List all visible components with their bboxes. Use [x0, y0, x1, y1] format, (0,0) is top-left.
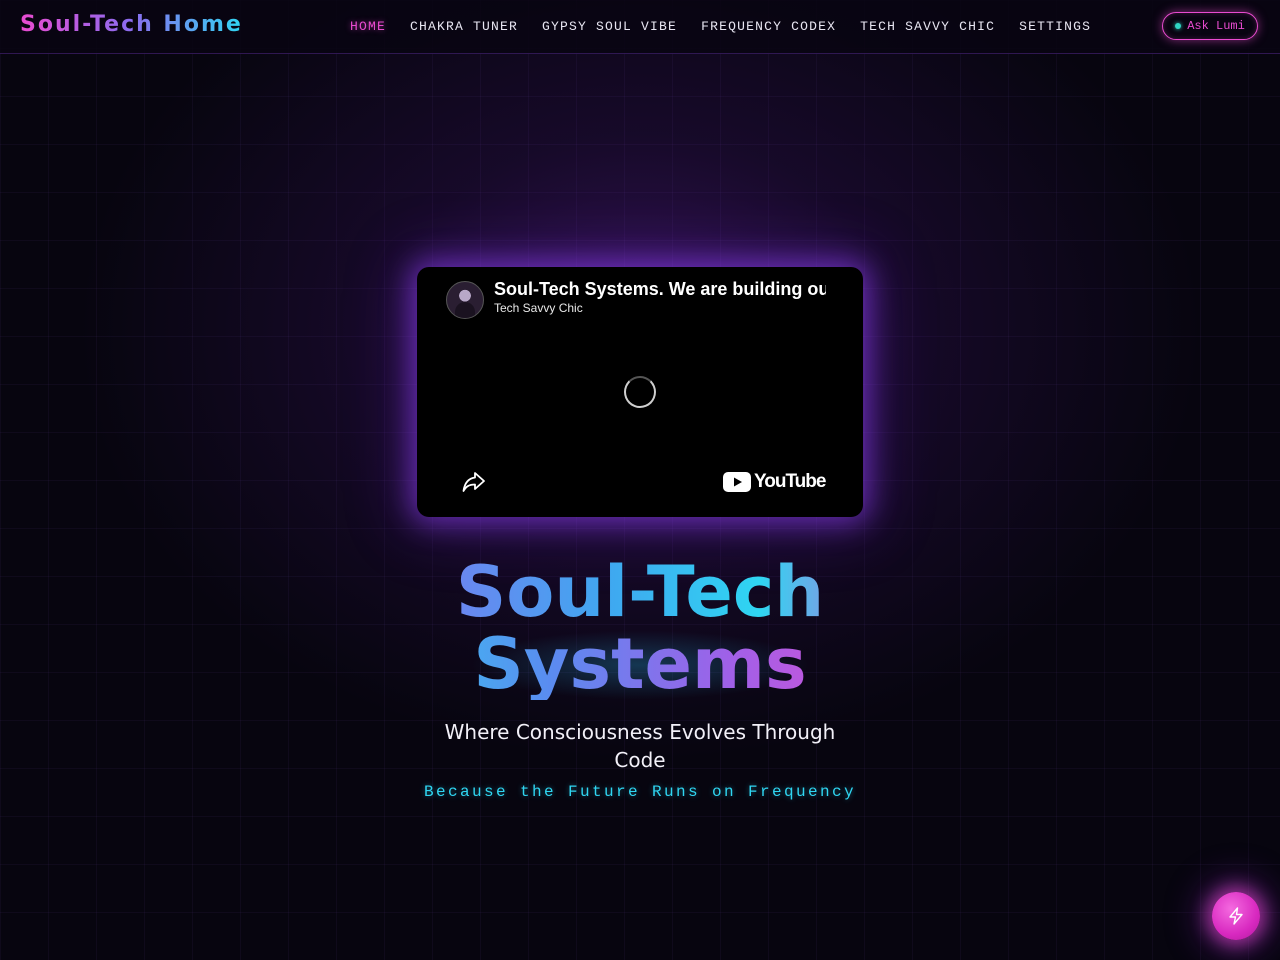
hero-title-line-1: Soul-Tech	[340, 556, 940, 628]
nav-item-home[interactable]: HOME	[350, 19, 386, 34]
lightning-icon	[1229, 907, 1243, 925]
nav-item-settings[interactable]: SETTINGS	[1019, 19, 1091, 34]
spinner-icon	[624, 376, 656, 408]
channel-avatar[interactable]	[446, 281, 484, 319]
video-title[interactable]: Soul-Tech Systems. We are building our f…	[494, 279, 826, 300]
youtube-logo-text: YouTube	[754, 471, 826, 492]
hero-subtitle: Where Consciousness Evolves Through Code	[444, 720, 836, 772]
brand-logo[interactable]: Soul-Tech Home	[20, 12, 243, 37]
top-bar: Soul-Tech Home HOME CHAKRA TUNER GYPSY S…	[0, 0, 1280, 54]
video-channel-name[interactable]: Tech Savvy Chic	[494, 301, 583, 315]
ask-lumi-label: Ask Lumi	[1187, 19, 1245, 33]
youtube-logo-icon[interactable]: YouTube	[723, 470, 826, 494]
hero-title: Soul-Tech Systems	[340, 556, 940, 700]
share-icon[interactable]	[461, 470, 487, 494]
lightning-fab-button[interactable]	[1212, 892, 1260, 940]
ask-lumi-button[interactable]: Ask Lumi	[1162, 12, 1258, 40]
status-dot-icon	[1175, 23, 1182, 29]
nav-item-tech-savvy-chic[interactable]: TECH SAVVY CHIC	[860, 19, 995, 34]
main-nav: HOME CHAKRA TUNER GYPSY SOUL VIBE FREQUE…	[350, 19, 1091, 34]
nav-item-gypsy-soul-vibe[interactable]: GYPSY SOUL VIBE	[542, 19, 677, 34]
nav-item-frequency-codex[interactable]: FREQUENCY CODEX	[701, 19, 836, 34]
youtube-play-icon	[723, 472, 751, 492]
hero-tagline: Because the Future Runs on Frequency	[423, 783, 857, 801]
youtube-embed[interactable]: Soul-Tech Systems. We are building our f…	[417, 267, 863, 517]
hero-title-line-2: Systems	[340, 628, 940, 700]
nav-item-chakra-tuner[interactable]: CHAKRA TUNER	[410, 19, 518, 34]
